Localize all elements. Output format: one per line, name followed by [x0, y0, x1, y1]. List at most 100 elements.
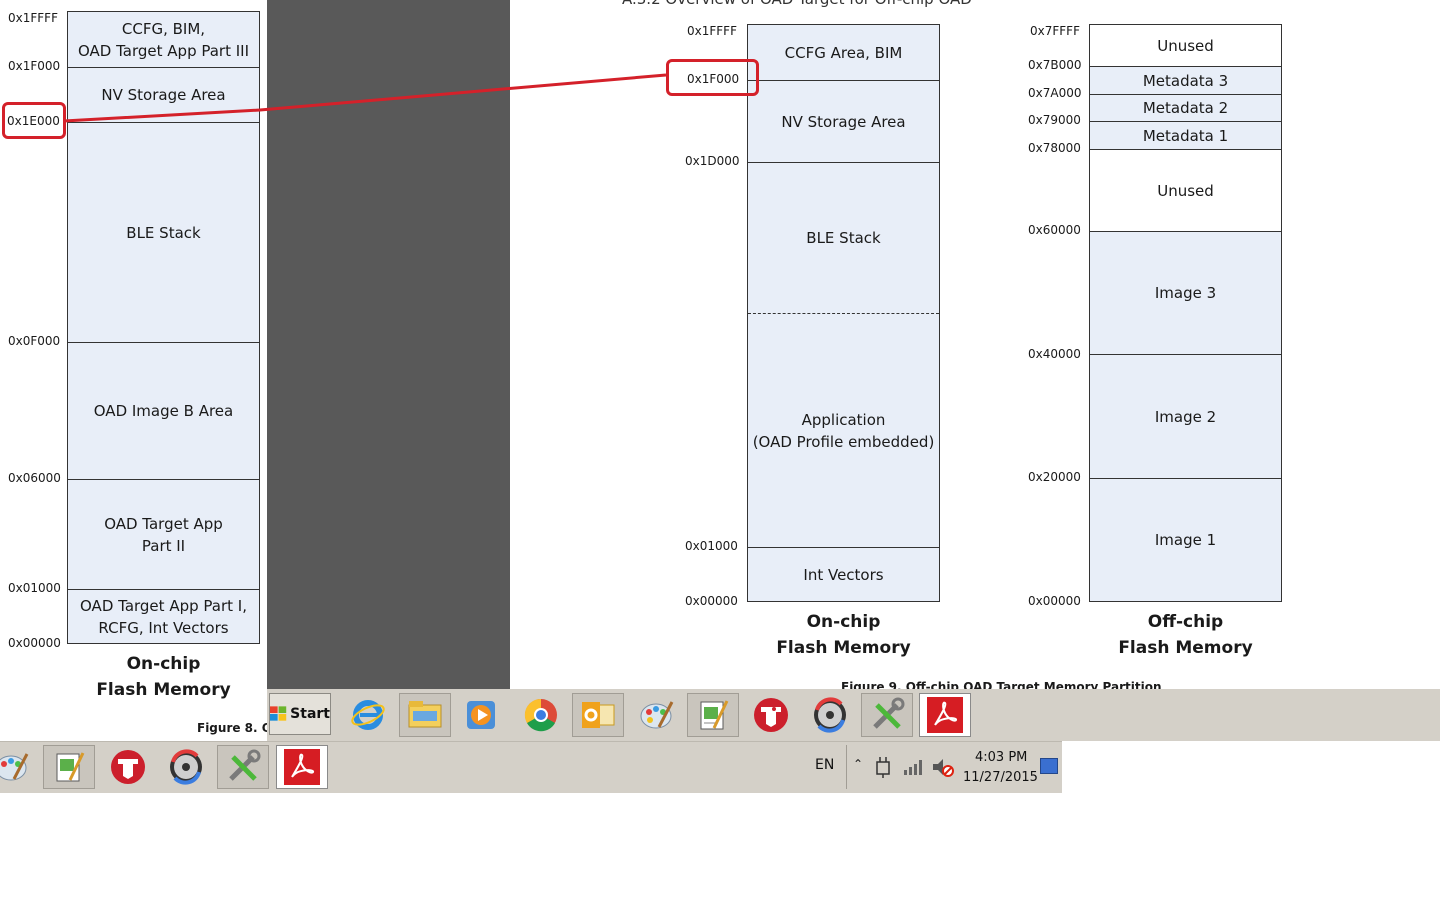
- paint-icon[interactable]: [631, 693, 683, 737]
- ti-logo-icon[interactable]: [102, 745, 154, 789]
- clock-date[interactable]: 11/27/2015: [963, 770, 1038, 785]
- offchip-address-label: 0x78000: [1028, 141, 1081, 155]
- windows-logo-icon: [270, 706, 287, 721]
- disk-utility-icon[interactable]: [160, 745, 212, 789]
- left-segment-nv-storage: NV Storage Area: [68, 67, 259, 122]
- outlook-icon[interactable]: [572, 693, 624, 737]
- start-label: Start: [290, 706, 330, 722]
- left-onchip-memory-map: CCFG, BIM, OAD Target App Part III NV St…: [67, 11, 260, 644]
- highlight-box-left: [2, 102, 66, 139]
- tools-icon[interactable]: [217, 745, 269, 789]
- offchip-segment-unused-mid: Unused: [1090, 149, 1281, 231]
- right-segment-application: Application (OAD Profile embedded): [748, 313, 939, 547]
- offchip-segment-image-1: Image 1: [1090, 478, 1281, 601]
- system-tray: ⌃ 4:03 PM 11/27/2015: [846, 745, 1060, 789]
- segment-label: Metadata 1: [1142, 126, 1229, 145]
- internet-explorer-icon[interactable]: [342, 693, 394, 737]
- show-desktop-button[interactable]: [1040, 758, 1058, 774]
- segment-label: Image 1: [1154, 531, 1217, 549]
- offchip-caption: Off-chip Flash Memory: [1118, 612, 1253, 658]
- left-address-label: 0x1FFFF: [8, 11, 58, 25]
- network-signal-icon[interactable]: [903, 758, 923, 776]
- segment-label: OAD Target App Part I, RCFG, Int Vectors: [80, 596, 247, 637]
- left-segment-oad-part-i: OAD Target App Part I, RCFG, Int Vectors: [68, 589, 259, 643]
- ti-logo-icon[interactable]: [745, 693, 797, 737]
- show-hidden-icons-chevron-icon[interactable]: ⌃: [853, 757, 863, 771]
- left-segment-ccfg: CCFG, BIM, OAD Target App Part III: [68, 12, 259, 67]
- right-onchip-address-label: 0x01000: [685, 539, 738, 553]
- language-indicator[interactable]: EN: [815, 757, 834, 773]
- disk-utility-icon[interactable]: [804, 693, 856, 737]
- chrome-icon[interactable]: [515, 693, 567, 737]
- left-address-label: 0x06000: [8, 471, 61, 485]
- right-onchip-address-label: 0x1D000: [685, 154, 740, 168]
- clock-time[interactable]: 4:03 PM: [975, 750, 1027, 765]
- partial-heading: A.3.2 Overview of OAD Target for Off-chi…: [622, 0, 972, 8]
- right-onchip-address-label: 0x00000: [685, 594, 738, 608]
- media-player-icon[interactable]: [455, 693, 507, 737]
- left-address-label: 0x00000: [8, 636, 61, 650]
- segment-label: CCFG, BIM, OAD Target App Part III: [77, 19, 250, 60]
- offchip-segment-image-2: Image 2: [1090, 354, 1281, 478]
- window-gap: [267, 0, 510, 689]
- left-segment-oad-image-b: OAD Image B Area: [68, 342, 259, 479]
- offchip-address-label: 0x79000: [1028, 113, 1081, 127]
- paint-icon[interactable]: [0, 745, 38, 789]
- left-figure-caption: Figure 8. On: [197, 721, 267, 735]
- left-segment-ble-stack: BLE Stack: [68, 122, 259, 342]
- offchip-segment-image-3: Image 3: [1090, 231, 1281, 354]
- offchip-address-label: 0x7B000: [1028, 58, 1082, 72]
- right-segment-ccfg: CCFG Area, BIM: [748, 25, 939, 80]
- segment-label: NV Storage Area: [101, 86, 226, 104]
- left-address-label: 0x0F000: [8, 334, 61, 348]
- offchip-address-label: 0x40000: [1028, 347, 1081, 361]
- left-segment-oad-part-ii: OAD Target App Part II: [68, 479, 259, 589]
- offchip-segment-metadata-2: Metadata 2: [1090, 94, 1281, 121]
- segment-label: BLE Stack: [126, 223, 201, 242]
- right-segment-nv-storage: NV Storage Area: [748, 80, 939, 162]
- left-diagram-caption: On-chip Flash Memory: [96, 654, 231, 700]
- segment-label: OAD Target App Part II: [104, 514, 223, 555]
- segment-label: BLE Stack: [806, 229, 881, 247]
- right-onchip-memory-map: CCFG Area, BIM NV Storage Area BLE Stack…: [747, 24, 940, 602]
- volume-muted-icon[interactable]: [931, 756, 955, 778]
- left-address-label: 0x1F000: [8, 59, 61, 73]
- taskbar-lower: EN ⌃ 4:03 PM 11/27/2015: [0, 741, 1062, 793]
- left-address-label: 0x01000: [8, 581, 61, 595]
- segment-label: NV Storage Area: [781, 112, 906, 131]
- right-figure-caption: Figure 9. Off-chip OAD Target Memory Par…: [841, 680, 1162, 689]
- segment-label: Metadata 2: [1142, 99, 1229, 117]
- segment-label: Image 2: [1154, 407, 1217, 426]
- segment-label: Application (OAD Profile embedded): [752, 410, 935, 451]
- power-plug-icon[interactable]: [873, 756, 893, 778]
- right-document-panel: A.3.2 Overview of OAD Target for Off-chi…: [510, 0, 1440, 689]
- segment-label: CCFG Area, BIM: [784, 43, 903, 62]
- offchip-address-label: 0x7A000: [1028, 86, 1082, 100]
- offchip-segment-unused-top: Unused: [1090, 25, 1281, 66]
- segment-label: Metadata 3: [1142, 71, 1229, 90]
- offchip-segment-metadata-1: Metadata 1: [1090, 121, 1281, 149]
- offchip-address-label: 0x7FFFF: [1030, 24, 1080, 38]
- segment-label: Image 3: [1154, 284, 1217, 302]
- acrobat-icon[interactable]: [919, 693, 971, 737]
- segment-label: OAD Image B Area: [93, 402, 234, 420]
- start-button[interactable]: Start: [269, 693, 331, 735]
- notepad-icon[interactable]: [687, 693, 739, 737]
- taskbar-upper: Start: [267, 689, 1440, 741]
- right-onchip-caption: On-chip Flash Memory: [776, 612, 911, 658]
- notepad-icon[interactable]: [43, 745, 95, 789]
- right-onchip-address-label: 0x1FFFF: [687, 24, 737, 38]
- right-offchip-memory-map: Unused Metadata 3 Metadata 2 Metadata 1 …: [1089, 24, 1282, 602]
- right-segment-int-vectors: Int Vectors: [748, 547, 939, 601]
- file-explorer-icon[interactable]: [399, 693, 451, 737]
- segment-label: Unused: [1157, 181, 1214, 200]
- offchip-address-label: 0x20000: [1028, 470, 1081, 484]
- offchip-segment-metadata-3: Metadata 3: [1090, 66, 1281, 94]
- segment-label: Int Vectors: [803, 565, 884, 584]
- offchip-address-label: 0x60000: [1028, 223, 1081, 237]
- segment-label: Unused: [1157, 36, 1214, 55]
- tools-icon[interactable]: [861, 693, 913, 737]
- acrobat-icon[interactable]: [276, 745, 328, 789]
- highlight-box-right: [666, 59, 759, 96]
- offchip-address-label: 0x00000: [1028, 594, 1081, 608]
